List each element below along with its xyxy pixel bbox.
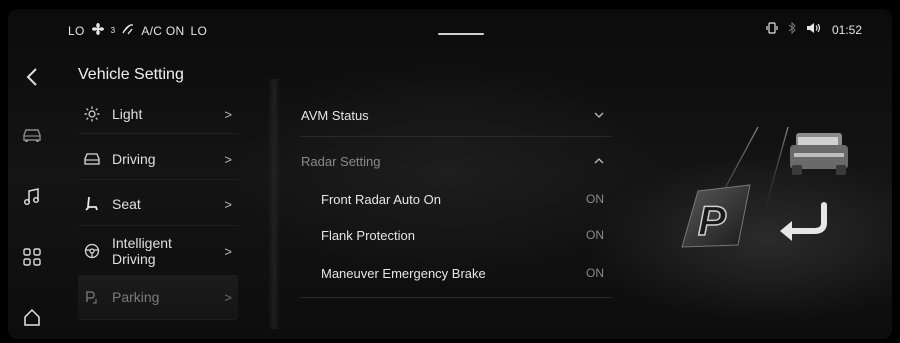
system-status: 01:52 xyxy=(766,21,862,37)
screen-frame: LO 3 A/C ON LO 01:52 Vehicle Setting Lig… xyxy=(8,9,892,339)
panel-divider xyxy=(268,79,280,329)
front-radar-auto-on-row[interactable]: Front Radar Auto On ON xyxy=(321,179,604,219)
fan-level: 3 xyxy=(110,26,116,35)
chevron-right-icon: > xyxy=(224,196,232,212)
menu-item-label-line2: Driving xyxy=(112,251,156,267)
right-temperature: LO xyxy=(190,23,208,38)
drag-handle[interactable] xyxy=(438,33,484,35)
phone-connection-icon xyxy=(766,22,778,37)
menu-item-intelligent-driving[interactable]: Intelligent Driving > xyxy=(78,227,238,276)
left-rail xyxy=(8,49,60,339)
menu-item-label: Driving xyxy=(112,151,156,167)
parking-sign-icon: P xyxy=(681,184,751,248)
parking-illustration: P xyxy=(668,126,868,267)
home-icon[interactable] xyxy=(20,305,44,329)
back-icon[interactable] xyxy=(20,65,44,89)
setting-label: Maneuver Emergency Brake xyxy=(321,265,486,281)
climate-status[interactable]: LO 3 A/C ON LO xyxy=(68,23,207,38)
setting-value: ON xyxy=(586,228,604,242)
row-divider xyxy=(301,297,611,298)
menu-item-parking[interactable]: Parking > xyxy=(78,275,238,320)
sun-icon xyxy=(80,106,104,122)
setting-label: Front Radar Auto On xyxy=(321,191,441,207)
menu-item-label: Light xyxy=(112,106,143,122)
seat-icon xyxy=(80,196,104,212)
row-divider xyxy=(301,136,611,137)
radar-setting-label: Radar Setting xyxy=(301,153,381,169)
chevron-right-icon: > xyxy=(224,243,232,259)
ac-status: A/C ON xyxy=(141,23,185,38)
chevron-right-icon: > xyxy=(224,151,232,167)
avm-status-label: AVM Status xyxy=(301,107,369,123)
chevron-right-icon: > xyxy=(224,106,232,122)
menu-item-driving[interactable]: Driving > xyxy=(78,139,238,180)
chevron-down-icon xyxy=(594,109,604,121)
apps-icon[interactable] xyxy=(20,245,44,269)
menu-item-label: Seat xyxy=(112,196,141,212)
left-temperature: LO xyxy=(68,23,85,38)
setting-value: ON xyxy=(586,192,604,206)
volume-icon xyxy=(806,22,822,37)
setting-value: ON xyxy=(586,266,604,280)
clock: 01:52 xyxy=(831,22,862,37)
avm-status-row[interactable]: AVM Status xyxy=(301,95,604,135)
reverse-arrow-icon xyxy=(780,202,827,241)
radar-setting-row[interactable]: Radar Setting xyxy=(301,141,604,181)
setting-label: Flank Protection xyxy=(321,227,415,243)
menu-item-label: Parking xyxy=(112,289,160,305)
ac-icon xyxy=(121,23,135,38)
parking-icon xyxy=(80,289,104,305)
flank-protection-row[interactable]: Flank Protection ON xyxy=(321,215,604,255)
menu-item-light[interactable]: Light > xyxy=(78,95,238,134)
page-title: Vehicle Setting xyxy=(78,66,184,83)
car-icon[interactable] xyxy=(20,123,44,147)
menu-item-label: Intelligent Driving xyxy=(112,235,224,267)
bluetooth-icon xyxy=(788,21,796,37)
menu-item-label-line1: Intelligent xyxy=(112,235,172,251)
menu-item-seat[interactable]: Seat > xyxy=(78,183,238,226)
parking-letter: P xyxy=(698,197,727,244)
chevron-right-icon: > xyxy=(224,289,232,305)
chevron-up-icon xyxy=(594,155,604,167)
vehicle-icon xyxy=(790,133,848,175)
music-icon[interactable] xyxy=(20,185,44,209)
car-outline-icon xyxy=(80,152,104,166)
fan-icon xyxy=(91,23,105,38)
steering-wheel-icon xyxy=(80,243,104,259)
maneuver-emergency-brake-row[interactable]: Maneuver Emergency Brake ON xyxy=(321,253,604,293)
